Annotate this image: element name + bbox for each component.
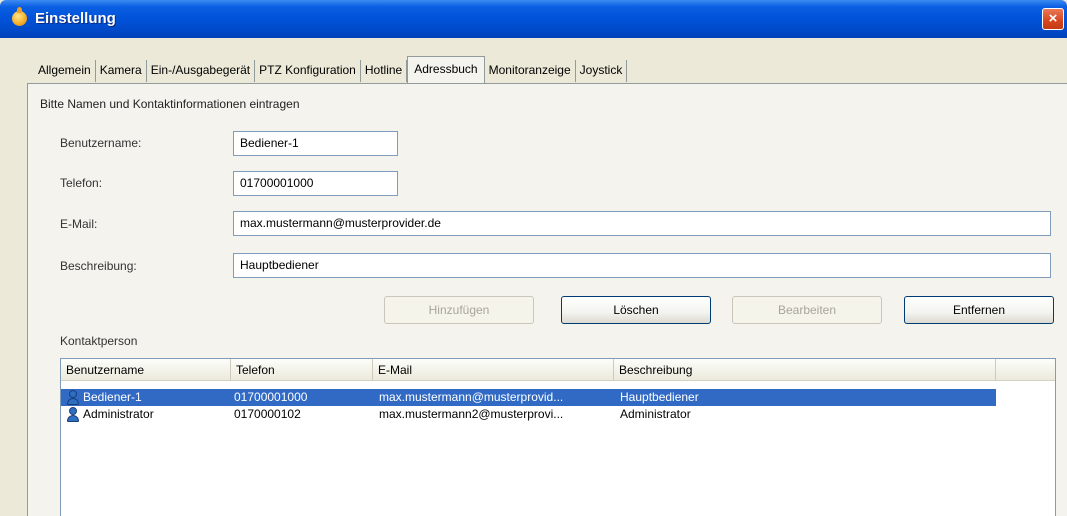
- table-header: Benutzername Telefon E-Mail Beschreibung: [61, 359, 1055, 381]
- title-bar[interactable]: Einstellung ×: [0, 0, 1067, 38]
- column-header-username[interactable]: Benutzername: [61, 359, 231, 381]
- description-label: Beschreibung:: [60, 259, 137, 273]
- tab-monitoranzeige[interactable]: Monitoranzeige: [485, 60, 576, 82]
- tab-strip: Allgemein Kamera Ein-/Ausgabegerät PTZ K…: [34, 56, 628, 83]
- contacts-group-label: Kontaktperson: [60, 334, 138, 348]
- user-icon: [66, 390, 80, 405]
- tab-ein-ausgabegeraet[interactable]: Ein-/Ausgabegerät: [147, 60, 256, 82]
- close-icon: ×: [1048, 10, 1058, 27]
- cell-description: Administrator: [620, 407, 691, 421]
- column-header-description[interactable]: Beschreibung: [614, 359, 996, 381]
- column-header-email[interactable]: E-Mail: [373, 359, 614, 381]
- username-label: Benutzername:: [60, 136, 142, 150]
- cell-username: Bediener-1: [83, 390, 142, 404]
- cell-username: Administrator: [83, 407, 154, 421]
- edit-button[interactable]: Bearbeiten: [732, 296, 882, 324]
- table-row[interactable]: Administrator 0170000102 max.mustermann2…: [61, 406, 996, 423]
- intro-text: Bitte Namen und Kontaktinformationen ein…: [40, 97, 300, 111]
- tab-adressbuch[interactable]: Adressbuch: [407, 56, 485, 83]
- email-field[interactable]: max.mustermann@musterprovider.de: [233, 211, 1051, 236]
- table-row[interactable]: Bediener-1 01700001000 max.mustermann@mu…: [61, 389, 996, 406]
- window-title: Einstellung: [35, 10, 116, 27]
- cell-description: Hauptbediener: [620, 390, 699, 404]
- cell-phone: 0170000102: [234, 407, 301, 421]
- contacts-table[interactable]: Benutzername Telefon E-Mail Beschreibung…: [60, 358, 1056, 516]
- cell-email: max.mustermann2@musterprovi...: [379, 407, 564, 421]
- description-field[interactable]: Hauptbediener: [233, 253, 1051, 278]
- add-button[interactable]: Hinzufügen: [384, 296, 534, 324]
- tab-joystick[interactable]: Joystick: [576, 60, 628, 82]
- column-header-phone[interactable]: Telefon: [231, 359, 373, 381]
- username-field[interactable]: Bediener-1: [233, 131, 398, 156]
- cell-phone: 01700001000: [234, 390, 308, 404]
- app-icon: [12, 7, 27, 26]
- phone-label: Telefon:: [60, 176, 103, 190]
- cell-email: max.mustermann@musterprovid...: [379, 390, 564, 404]
- phone-field[interactable]: 01700001000: [233, 171, 398, 196]
- email-label: E-Mail:: [60, 217, 98, 231]
- close-button[interactable]: ×: [1042, 8, 1064, 30]
- tab-hotline[interactable]: Hotline: [361, 60, 408, 82]
- clear-button[interactable]: Löschen: [561, 296, 711, 324]
- remove-button[interactable]: Entfernen: [904, 296, 1054, 324]
- tab-kamera[interactable]: Kamera: [96, 60, 147, 82]
- tab-ptz-konfiguration[interactable]: PTZ Konfiguration: [255, 60, 361, 82]
- tab-allgemein[interactable]: Allgemein: [34, 60, 96, 82]
- user-icon: [66, 407, 80, 422]
